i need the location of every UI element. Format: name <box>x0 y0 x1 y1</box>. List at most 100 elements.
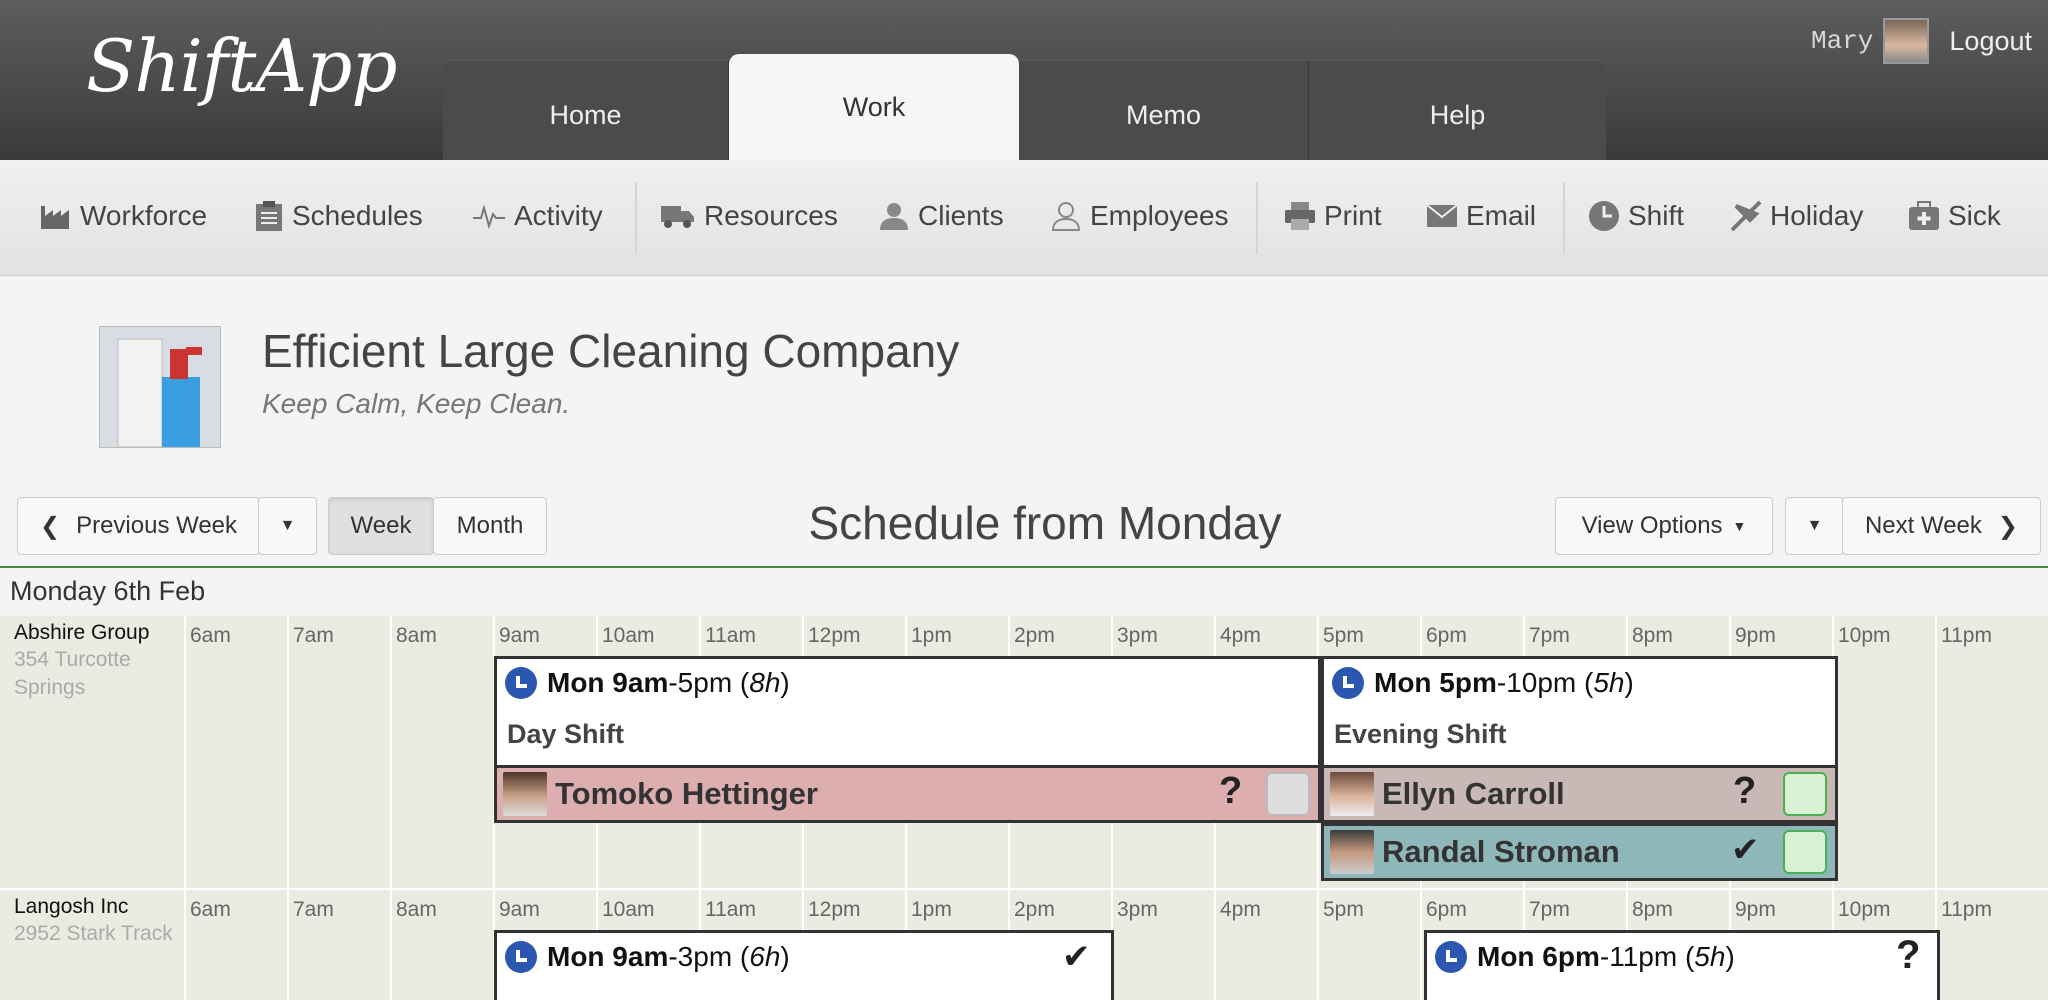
gridline <box>184 890 186 1000</box>
confirm-checkbox[interactable] <box>1783 772 1827 816</box>
employee-name: Tomoko Hettinger <box>555 776 818 811</box>
gridline <box>390 890 392 1000</box>
workforce-button[interactable]: Workforce <box>40 200 207 232</box>
hour-label: 8pm <box>1632 898 1673 921</box>
hour-label: 4pm <box>1220 898 1261 921</box>
assignment-row[interactable]: Tomoko Hettinger ? <box>494 765 1321 823</box>
email-button[interactable]: Email <box>1426 200 1536 232</box>
tab-home[interactable]: Home <box>443 60 729 160</box>
status-icon: ? <box>1896 933 1921 977</box>
logout-link[interactable]: Logout <box>1949 26 2032 57</box>
divider <box>0 566 2048 568</box>
employees-button[interactable]: Employees <box>1050 200 1229 232</box>
activity-button[interactable]: Activity <box>472 200 603 232</box>
printer-icon <box>1284 201 1316 231</box>
previous-week-dropdown[interactable]: ▼ <box>258 497 317 555</box>
shift-button[interactable]: Shift <box>1588 200 1684 232</box>
hour-label: 9am <box>499 898 540 921</box>
assignment-row[interactable]: Randal Stroman ✔ <box>1321 823 1838 881</box>
confirm-checkbox[interactable] <box>1266 772 1310 816</box>
user-menu: Mary Logout <box>1811 18 2048 64</box>
location-name: Langosh Inc <box>14 895 129 918</box>
day-header: Monday 6th Feb <box>10 576 206 606</box>
app-header: ShiftApp Home Work Memo Help Mary Logout <box>0 0 2048 160</box>
assignment-row[interactable]: Ellyn Carroll ? <box>1321 765 1838 823</box>
confirm-checkbox[interactable] <box>1783 830 1827 874</box>
factory-icon <box>40 202 72 230</box>
print-button[interactable]: Print <box>1284 200 1382 232</box>
tab-help[interactable]: Help <box>1309 60 1606 160</box>
schedules-button[interactable]: Schedules <box>254 200 423 232</box>
status-icon: ? <box>1733 770 1757 812</box>
previous-week-button[interactable]: ❮ Previous Week <box>17 497 260 555</box>
print-label: Print <box>1324 200 1382 231</box>
clients-button[interactable]: Clients <box>878 200 1004 232</box>
shift-card[interactable]: Mon 9am -3pm (6h) ✔ <box>494 930 1114 1000</box>
shift-end: -5pm ( <box>668 667 750 698</box>
next-week-dropdown[interactable]: ▼ <box>1785 497 1844 555</box>
hour-label: 10pm <box>1838 898 1891 921</box>
day-shift-card[interactable]: Mon 9am -5pm (8h) Day Shift <box>494 656 1321 768</box>
avatar <box>503 772 547 816</box>
gridline <box>390 616 392 888</box>
month-view-button[interactable]: Month <box>433 497 547 555</box>
caret-down-icon: ▼ <box>1806 517 1823 534</box>
hour-label: 2pm <box>1014 624 1055 647</box>
clock-icon <box>1588 200 1620 232</box>
avatar <box>1330 772 1374 816</box>
previous-week-label: Previous Week <box>76 512 238 539</box>
hour-label: 11am <box>705 898 756 921</box>
evening-shift-card[interactable]: Mon 5pm -10pm (5h) Evening Shift <box>1321 656 1838 768</box>
divider <box>635 182 637 254</box>
hour-label: 6pm <box>1426 898 1467 921</box>
shift-duration: 5h <box>1694 941 1726 972</box>
caret-down-icon: ▼ <box>279 517 296 534</box>
clock-icon <box>1435 941 1467 973</box>
employees-label: Employees <box>1090 200 1229 231</box>
caret-down-icon: ▼ <box>1732 518 1747 534</box>
gridline <box>287 616 289 888</box>
divider <box>1256 182 1258 254</box>
hour-label: 9pm <box>1735 898 1776 921</box>
resources-button[interactable]: Resources <box>660 200 838 232</box>
shift-card[interactable]: Mon 6pm -11pm (5h) ? <box>1424 930 1940 1000</box>
week-view-button[interactable]: Week <box>328 497 434 555</box>
status-icon: ? <box>1219 770 1243 812</box>
status-icon: ✔ <box>1731 831 1760 869</box>
gridline <box>287 890 289 1000</box>
hour-label: 8pm <box>1632 624 1673 647</box>
hour-label: 7pm <box>1529 898 1570 921</box>
sick-button[interactable]: Sick <box>1908 200 2001 232</box>
workforce-label: Workforce <box>80 200 208 231</box>
hour-label: 12pm <box>808 624 861 647</box>
hour-label: 2pm <box>1014 898 1055 921</box>
hour-label: 11pm <box>1941 624 1992 647</box>
clipboard-icon <box>254 200 284 232</box>
email-label: Email <box>1466 200 1537 231</box>
activity-label: Activity <box>514 200 603 231</box>
view-options-label: View Options <box>1581 512 1723 539</box>
location-address: 2952 Stark Track <box>14 922 173 945</box>
tab-memo[interactable]: Memo <box>1019 60 1309 160</box>
hour-label: 8am <box>396 898 437 921</box>
gridline <box>1420 890 1422 1000</box>
next-week-button[interactable]: Next Week ❯ <box>1842 497 2041 555</box>
holiday-button[interactable]: Holiday <box>1730 200 1863 232</box>
avatar[interactable] <box>1883 18 1930 64</box>
location-name: Abshire Group <box>14 621 150 644</box>
app-logo[interactable]: ShiftApp <box>86 24 397 108</box>
company-tagline: Keep Calm, Keep Clean. <box>262 388 571 419</box>
main-nav: Home Work Memo Help <box>443 54 1606 160</box>
pulse-icon <box>472 202 506 230</box>
view-options-button[interactable]: View Options ▼ <box>1555 497 1773 555</box>
hour-label: 6am <box>190 898 231 921</box>
hour-label: 5pm <box>1323 624 1364 647</box>
employee-name: Ellyn Carroll <box>1382 776 1565 811</box>
tab-work[interactable]: Work <box>729 54 1019 160</box>
hour-label: 6pm <box>1426 624 1467 647</box>
chevron-left-icon: ❮ <box>39 512 61 540</box>
shift-duration: 6h <box>749 941 781 972</box>
hour-label: 4pm <box>1220 624 1261 647</box>
shift-duration-close: ) <box>1624 667 1634 698</box>
hour-label: 11am <box>705 624 756 647</box>
